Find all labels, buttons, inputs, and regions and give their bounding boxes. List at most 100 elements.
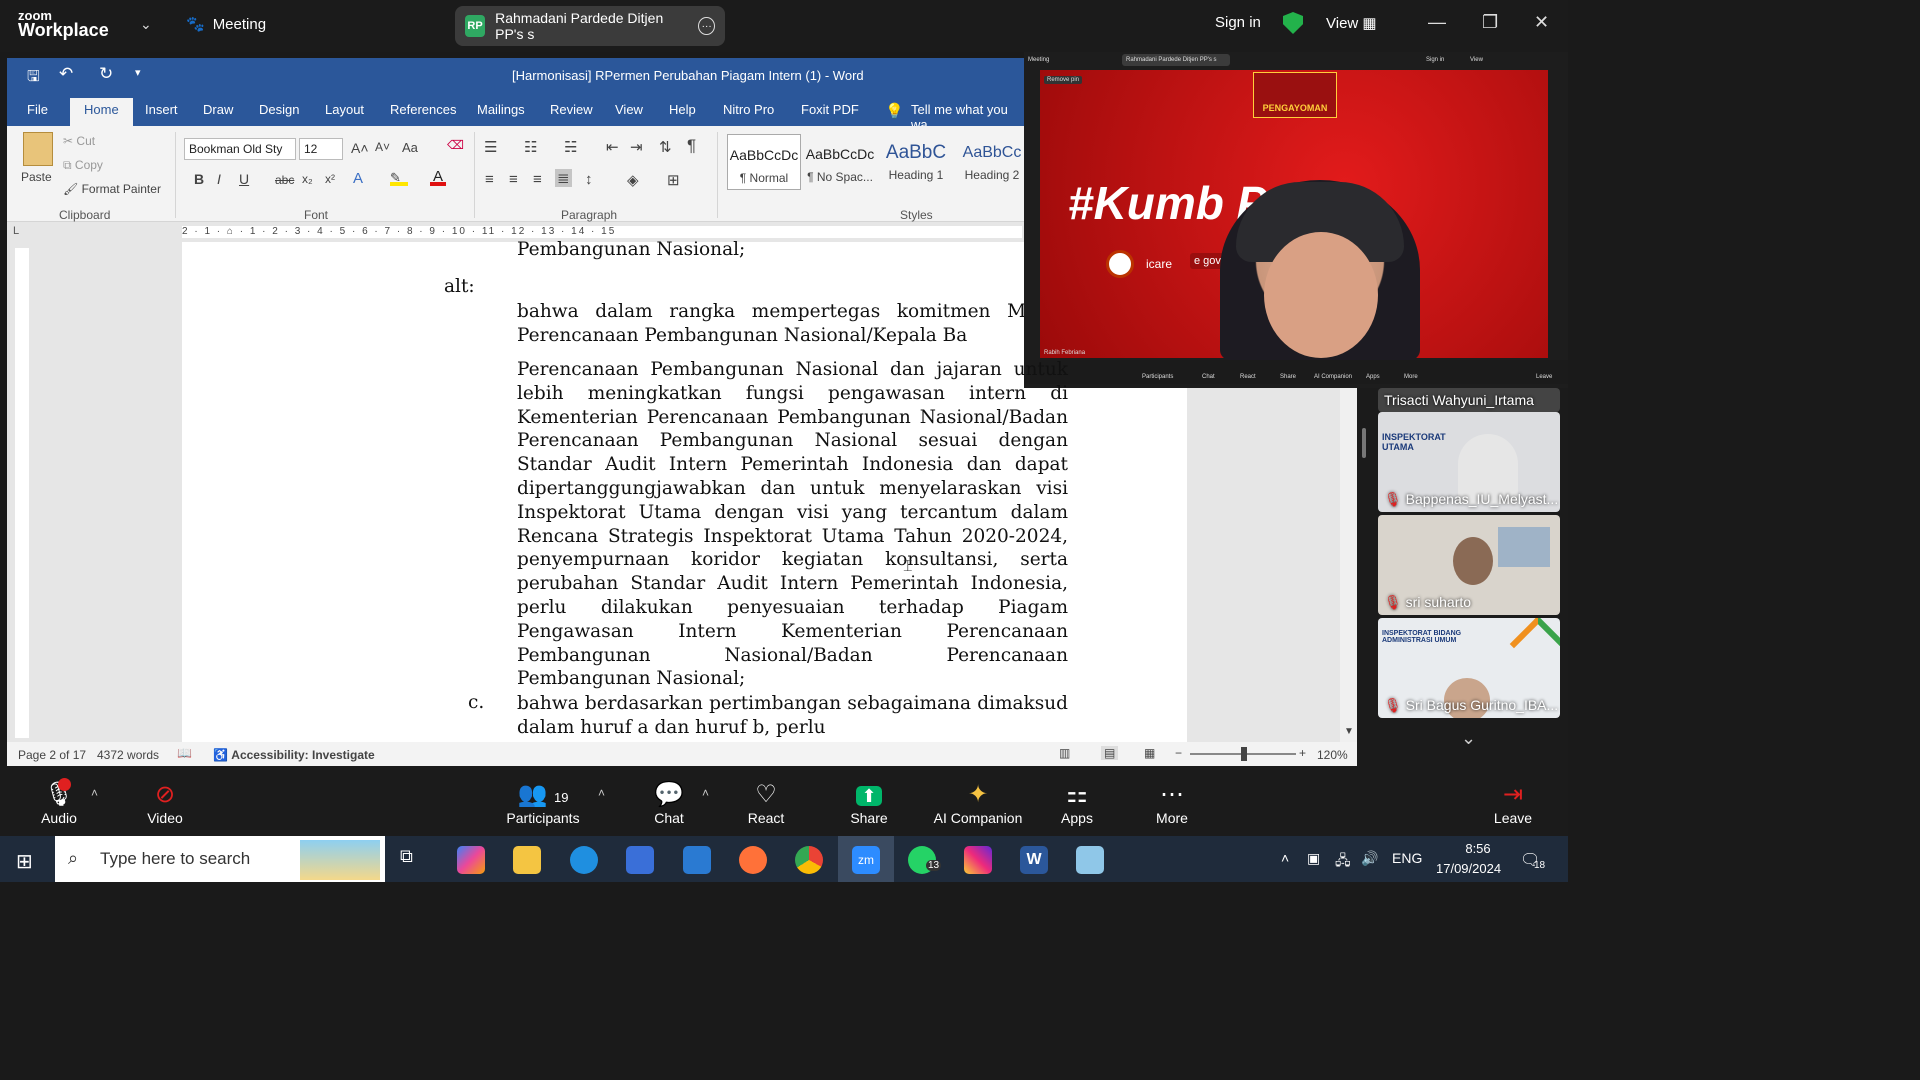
tab-mailings[interactable]: Mailings <box>477 102 525 117</box>
customize-qat-icon[interactable]: ▾ <box>135 66 141 79</box>
zoom-in-icon[interactable]: + <box>1299 746 1306 760</box>
participant-tile[interactable]: INSPEKTORAT UTAMA 🎙 Bappenas_IU_Melyast.… <box>1378 412 1560 512</box>
minimize-icon[interactable]: — <box>1428 12 1446 33</box>
show-formatting-icon[interactable]: ¶ <box>687 136 696 156</box>
zoom-out-icon[interactable]: − <box>1175 746 1182 760</box>
align-center-icon[interactable]: ≡ <box>509 171 518 188</box>
instagram-icon[interactable] <box>964 846 992 874</box>
italic-button[interactable]: I <box>217 171 221 187</box>
ai-companion-button[interactable]: ✦ AI Companion <box>928 780 1028 826</box>
sort-icon[interactable]: ⇅ <box>659 138 672 156</box>
style-heading-1[interactable]: AaBbC Heading 1 <box>879 134 953 190</box>
print-layout-icon[interactable]: ▤ <box>1101 746 1119 760</box>
react-button[interactable]: ♡ React <box>726 780 806 826</box>
windows-start-icon[interactable]: ⊞ <box>16 849 33 874</box>
notepad-icon[interactable] <box>1076 846 1104 874</box>
text-effects-icon[interactable]: A <box>353 170 363 187</box>
word-taskbar-icon[interactable]: W <box>1020 846 1048 874</box>
share-pill[interactable]: RP Rahmadani Pardede Ditjen PP's s ··· <box>455 6 725 46</box>
bullets-icon[interactable]: ☰ <box>484 138 497 156</box>
firefox-icon[interactable] <box>739 846 767 874</box>
mail-icon[interactable] <box>683 846 711 874</box>
justify-icon[interactable]: ≣ <box>555 169 572 187</box>
chevron-down-icon[interactable]: ⌄ <box>140 16 152 33</box>
chat-options-icon[interactable]: ˄ <box>702 786 709 800</box>
multilevel-list-icon[interactable]: ☵ <box>564 138 577 156</box>
more-button[interactable]: ⋯ More <box>1132 780 1212 826</box>
align-right-icon[interactable]: ≡ <box>533 171 542 188</box>
restore-icon[interactable]: ❐ <box>1482 12 1498 33</box>
zoom-icon[interactable]: zm <box>852 846 880 874</box>
borders-icon[interactable]: ⊞ <box>667 171 680 189</box>
tab-layout[interactable]: Layout <box>325 102 364 117</box>
font-family-select[interactable]: Bookman Old Sty <box>184 138 296 160</box>
save-icon[interactable]: 🖫 <box>27 66 40 91</box>
participant-tile[interactable]: INSPEKTORAT BIDANG ADMINISTRASI UMUM 🎙 S… <box>1378 618 1560 718</box>
store-icon[interactable] <box>626 846 654 874</box>
style-heading-2[interactable]: AaBbCc Heading 2 <box>955 134 1029 190</box>
edge-icon[interactable] <box>570 846 598 874</box>
tab-home[interactable]: Home <box>70 98 133 126</box>
accessibility-status[interactable]: ♿ Accessibility: Investigate <box>213 748 375 762</box>
strikethrough-button[interactable]: abc <box>275 173 294 187</box>
participant-tile[interactable]: 🎙 sri suharto <box>1378 515 1560 615</box>
shrink-font-icon[interactable]: A˅ <box>375 140 390 154</box>
sign-in-button[interactable]: Sign in <box>1215 14 1261 31</box>
align-left-icon[interactable]: ≡ <box>485 171 494 188</box>
tab-view[interactable]: View <box>615 102 643 117</box>
show-hidden-icons[interactable]: ˄ <box>1281 850 1289 866</box>
web-layout-icon[interactable]: ▦ <box>1144 746 1155 760</box>
grow-font-icon[interactable]: A˄ <box>351 140 369 156</box>
tab-nitro-pro[interactable]: Nitro Pro <box>723 102 774 117</box>
cut-button[interactable]: ✂ Cut <box>63 134 95 148</box>
tab-selector-icon[interactable]: L <box>13 225 19 237</box>
word-count[interactable]: 4372 words <box>97 748 159 762</box>
undo-icon[interactable]: ↶ <box>59 64 73 84</box>
tab-help[interactable]: Help <box>669 102 696 117</box>
video-button[interactable]: ⊘ Video <box>125 780 205 826</box>
shading-icon[interactable]: ◈ <box>627 171 639 189</box>
read-mode-icon[interactable]: ▥ <box>1059 746 1070 760</box>
underline-button[interactable]: U <box>239 171 249 187</box>
change-case-button[interactable]: Aa <box>402 140 418 155</box>
tab-design[interactable]: Design <box>259 102 299 117</box>
remove-pin-button[interactable]: Remove pin <box>1044 76 1083 84</box>
tab-foxit-pdf[interactable]: Foxit PDF <box>801 102 859 117</box>
tab-insert[interactable]: Insert <box>145 102 178 117</box>
clock-time[interactable]: 8:56 <box>1453 841 1503 856</box>
meet-now-icon[interactable]: ▣ <box>1307 850 1320 867</box>
tab-references[interactable]: References <box>390 102 456 117</box>
vertical-scrollbar[interactable]: ▼ <box>1340 388 1357 742</box>
input-language[interactable]: ENG <box>1392 850 1422 866</box>
more-options-icon[interactable]: ··· <box>698 17 715 35</box>
file-explorer-icon[interactable] <box>513 846 541 874</box>
superscript-button[interactable]: x² <box>325 172 335 186</box>
meeting-info-button[interactable]: 🐾 Meeting <box>186 15 266 34</box>
chat-button[interactable]: 💬 Chat <box>629 780 709 826</box>
network-icon[interactable]: 🖧 <box>1335 850 1351 874</box>
highlight-icon[interactable]: ✎ <box>390 170 408 186</box>
line-spacing-icon[interactable]: ↕ <box>585 171 593 188</box>
audio-options-icon[interactable]: ˄ <box>91 786 98 800</box>
font-size-select[interactable]: 12 <box>299 138 343 160</box>
page-count[interactable]: Page 2 of 17 <box>18 748 86 762</box>
tab-file[interactable]: File <box>27 102 48 117</box>
paste-button[interactable]: Paste <box>21 170 52 184</box>
bold-button[interactable]: B <box>194 171 204 187</box>
chevron-down-icon[interactable]: ⌄ <box>1461 728 1476 749</box>
participants-button[interactable]: 👥 19 Participants <box>503 780 583 826</box>
view-button[interactable]: View ▦ <box>1326 14 1377 32</box>
clock-date[interactable]: 17/09/2024 <box>1436 861 1501 876</box>
style-normal[interactable]: AaBbCcDc ¶ Normal <box>727 134 801 190</box>
volume-icon[interactable]: 🔊 <box>1361 850 1378 867</box>
increase-indent-icon[interactable]: ⇥ <box>630 138 643 156</box>
style-no-spacing[interactable]: AaBbCcDc ¶ No Spac... <box>803 134 877 190</box>
tab-draw[interactable]: Draw <box>203 102 233 117</box>
task-view-icon[interactable]: ⧉ <box>400 846 428 874</box>
panel-resize-handle[interactable] <box>1362 428 1366 458</box>
close-icon[interactable]: ✕ <box>1534 12 1549 33</box>
tab-review[interactable]: Review <box>550 102 593 117</box>
chrome-icon[interactable] <box>795 846 823 874</box>
leave-button[interactable]: ⇥ Leave <box>1473 780 1553 826</box>
share-button[interactable]: ⬆ Share <box>829 780 909 826</box>
